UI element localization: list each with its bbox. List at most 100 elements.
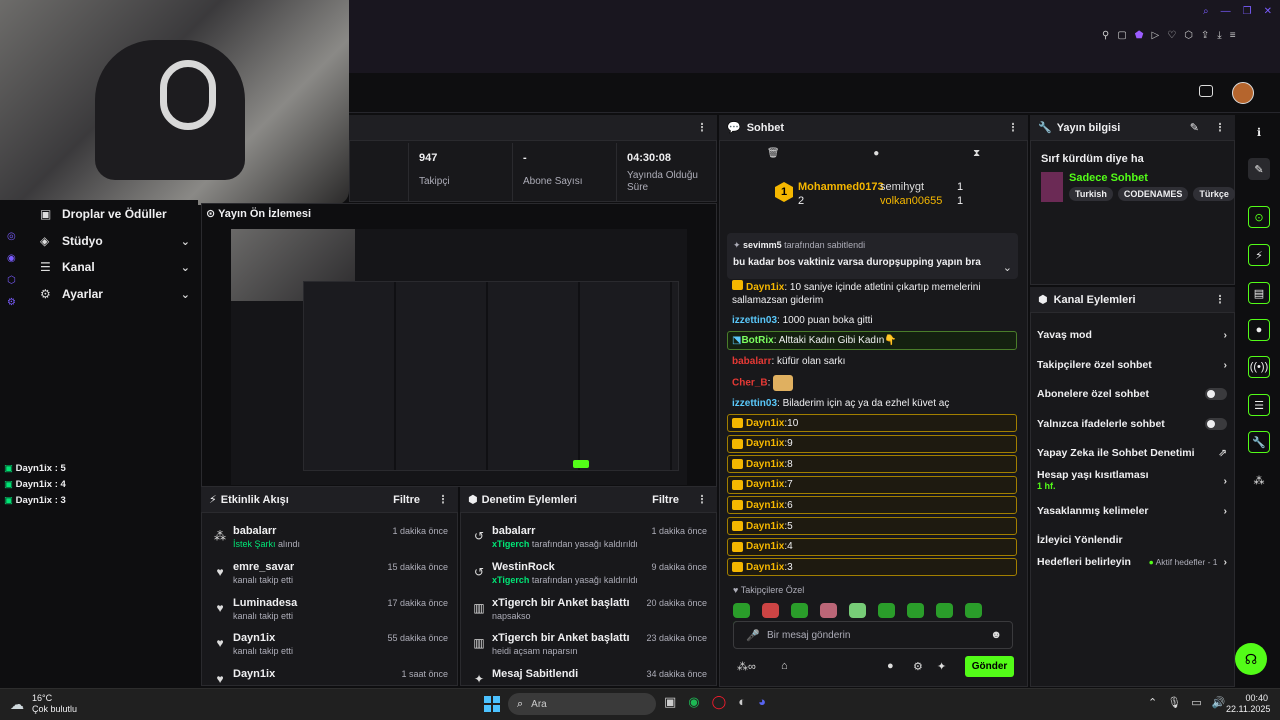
channel-action-item[interactable]: Yavaş mod › — [1037, 325, 1227, 345]
more-icon[interactable]: ⋮ — [1006, 121, 1020, 134]
channel-action-item[interactable]: Hesap yaşı kısıtlaması 1 hf. › — [1037, 470, 1227, 492]
nav-settings[interactable]: ⚙ Ayarlar ⌄ — [40, 283, 190, 305]
rail-icon-1[interactable]: ◎ — [7, 226, 21, 248]
nav-channel[interactable]: ☰ Kanal ⌄ — [40, 256, 190, 278]
tag[interactable]: CODENAMES — [1117, 187, 1189, 201]
info-icon[interactable]: ℹ — [1248, 121, 1270, 143]
more-icon[interactable]: ⋮ — [436, 493, 450, 506]
volume-icon[interactable]: 🔊 — [1212, 696, 1226, 709]
mic-icon[interactable]: 🎤 — [746, 629, 760, 642]
nav-drops[interactable]: ▣ Droplar ve Ödüller — [40, 203, 190, 225]
close-icon[interactable]: ✕ — [1264, 6, 1272, 20]
bubble-icon[interactable]: ● — [873, 148, 879, 159]
activity-row[interactable]: ♥ emre_savar kanalı takip etti 15 dakika ön… — [201, 561, 456, 597]
moderation-row[interactable]: ▥ xTigerch bir Anket başlattı napsakso 20 d… — [460, 597, 715, 633]
spotify-icon[interactable]: ◉ — [688, 694, 699, 710]
hourglass-icon[interactable]: ⧗ — [973, 148, 980, 159]
restore-icon[interactable]: ❐ — [1243, 6, 1252, 20]
cluster-icon[interactable]: ⁂∞ — [737, 660, 756, 673]
share-icon[interactable]: ⇪ — [1201, 30, 1209, 46]
pin-icon[interactable]: ⚲ — [1102, 30, 1109, 46]
third-gifter-name[interactable]: volkan00655 — [880, 195, 942, 207]
tag[interactable]: Türkçe — [1193, 187, 1235, 201]
nav-studio[interactable]: ◈ Stüdyo ⌄ — [40, 230, 190, 252]
weather-widget[interactable]: ☁ 16°C Çok bulutlu — [10, 692, 77, 716]
moderation-row[interactable]: ↺ WestinRock xTigerch tarafından yasağı ka… — [460, 561, 715, 597]
minimize-icon[interactable]: — — [1221, 6, 1231, 20]
edit-icon[interactable]: ✎ — [1248, 158, 1270, 180]
steam-icon[interactable]: ◐ — [738, 694, 746, 710]
network-icon[interactable]: ▭ — [1191, 696, 1201, 709]
pinned-message[interactable]: ✦ sevimm5 tarafından sabitlendi bu kadar… — [727, 233, 1018, 279]
clock[interactable]: 00:40 22.11.2025 — [1226, 693, 1270, 715]
trash-icon[interactable]: 🗑 — [767, 148, 780, 159]
play-icon[interactable]: ▷ — [1151, 30, 1159, 46]
chevron-up-icon[interactable]: ⌃ — [1148, 696, 1157, 709]
heart-icon[interactable]: ♡ — [1167, 30, 1176, 46]
activity-row[interactable]: ♥ Dayn1ix kanalı takip etti 55 dakika önce — [201, 632, 456, 668]
mode-icon[interactable] — [1199, 85, 1213, 97]
search-icon[interactable]: ⌕ — [1203, 6, 1209, 20]
second-gifter-name[interactable]: semihygt — [880, 181, 924, 193]
wrench-icon[interactable]: 🔧 — [1248, 431, 1270, 453]
discord-icon[interactable]: ◕ — [758, 694, 766, 710]
support-button[interactable]: ☊ — [1235, 643, 1267, 675]
channel-action-item[interactable]: Yalnızca ifadelerle sohbet — [1037, 414, 1227, 434]
rail-icon-2[interactable]: ◉ — [7, 248, 21, 270]
more-icon[interactable]: ⋮ — [695, 121, 709, 134]
start-icon[interactable] — [484, 696, 500, 712]
gear-icon[interactable]: ⚙ — [913, 660, 923, 673]
store-icon[interactable]: ⌂ — [781, 660, 788, 672]
category-link[interactable]: Sadece Sohbet — [1069, 172, 1148, 184]
moderation-filter-button[interactable]: Filtre — [652, 494, 679, 506]
download-icon[interactable]: ⤓ — [1217, 30, 1221, 46]
more-icon[interactable]: ⋮ — [1213, 293, 1227, 306]
activity-row[interactable]: ♥ Luminadesa kanalı takip etti 17 dakika ön… — [201, 597, 456, 633]
mic-icon[interactable]: 🎙 — [1167, 696, 1181, 709]
puzzle-icon[interactable]: ✦ — [937, 660, 946, 673]
opera-icon[interactable]: ◯ — [712, 694, 727, 710]
chat-input[interactable]: 🎤 Bir mesaj gönderin ☻ — [733, 621, 1013, 649]
avatar[interactable] — [1232, 82, 1254, 104]
channel-action-item[interactable]: Takipçilere özel sohbet › — [1037, 355, 1227, 375]
toggle-switch[interactable] — [1205, 388, 1227, 400]
menu-icon[interactable]: ≡ — [1230, 30, 1236, 46]
edit-icon[interactable]: ✎ — [1190, 121, 1199, 134]
camera-icon[interactable]: ⊙ — [1248, 206, 1270, 228]
rail-icon-4[interactable]: ⚙ — [7, 292, 21, 314]
task-view-icon[interactable]: ▣ — [664, 694, 676, 710]
channel-action-item[interactable]: Yapay Zeka ile Sohbet Denetimi ⇗ — [1037, 443, 1227, 463]
toggle-switch[interactable] — [1205, 418, 1227, 430]
moderation-row[interactable]: ↺ babalarr xTigerch tarafından yasağı kald… — [460, 525, 715, 561]
broadcast-icon[interactable]: ((•)) — [1248, 356, 1270, 378]
send-button[interactable]: Gönder — [965, 656, 1014, 677]
crop-icon[interactable]: ▢ — [1117, 30, 1126, 46]
channel-action-item[interactable]: İzleyici Yönlendir — [1037, 530, 1227, 550]
third-gifter-count: 1 — [957, 195, 964, 207]
activity-row[interactable]: ⁂ babalarr İstek Şarkı alındı 1 dakika önce — [201, 525, 456, 561]
category-thumbnail[interactable] — [1041, 172, 1063, 202]
extensions-icon[interactable]: ⬡ — [1184, 30, 1193, 46]
channel-action-item[interactable]: Yasaklanmış kelimeler › — [1037, 501, 1227, 521]
activity-filter-button[interactable]: Filtre — [393, 494, 420, 506]
top-gifter-name[interactable]: Mohammed0173 — [798, 181, 884, 193]
document-icon[interactable]: ▤ — [1248, 282, 1270, 304]
taskbar-search[interactable]: ⌕ Ara — [508, 693, 656, 715]
moderation-row[interactable]: ▥ xTigerch bir Anket başlattı heidi açsam … — [460, 632, 715, 668]
rail-icon-3[interactable]: ⬡ — [7, 270, 21, 292]
list-icon[interactable]: ☰ — [1248, 394, 1270, 416]
chevron-down-icon[interactable]: ⌄ — [1003, 261, 1012, 274]
channel-action-item[interactable]: Abonelere özel sohbet — [1037, 384, 1227, 404]
search-icon: ⌕ — [517, 697, 524, 710]
more-icon[interactable]: ⋮ — [1213, 121, 1227, 134]
chat-bubble-icon[interactable]: ● — [887, 660, 894, 672]
chat-icon[interactable]: ● — [1248, 319, 1270, 341]
cluster-icon[interactable]: ⁂ — [1248, 469, 1270, 491]
shield-icon[interactable]: ⬟ — [1135, 30, 1144, 46]
bolt-icon[interactable]: ⚡ — [1248, 244, 1270, 266]
more-icon[interactable]: ⋮ — [695, 493, 709, 506]
emoji-icon[interactable]: ☻ — [990, 629, 1002, 641]
channel-action-item[interactable]: Hedefleri belirleyin ● Aktif hedefler - 1… — [1037, 552, 1227, 572]
stream-preview-video[interactable] — [231, 229, 687, 485]
tag[interactable]: Turkish — [1069, 187, 1113, 201]
